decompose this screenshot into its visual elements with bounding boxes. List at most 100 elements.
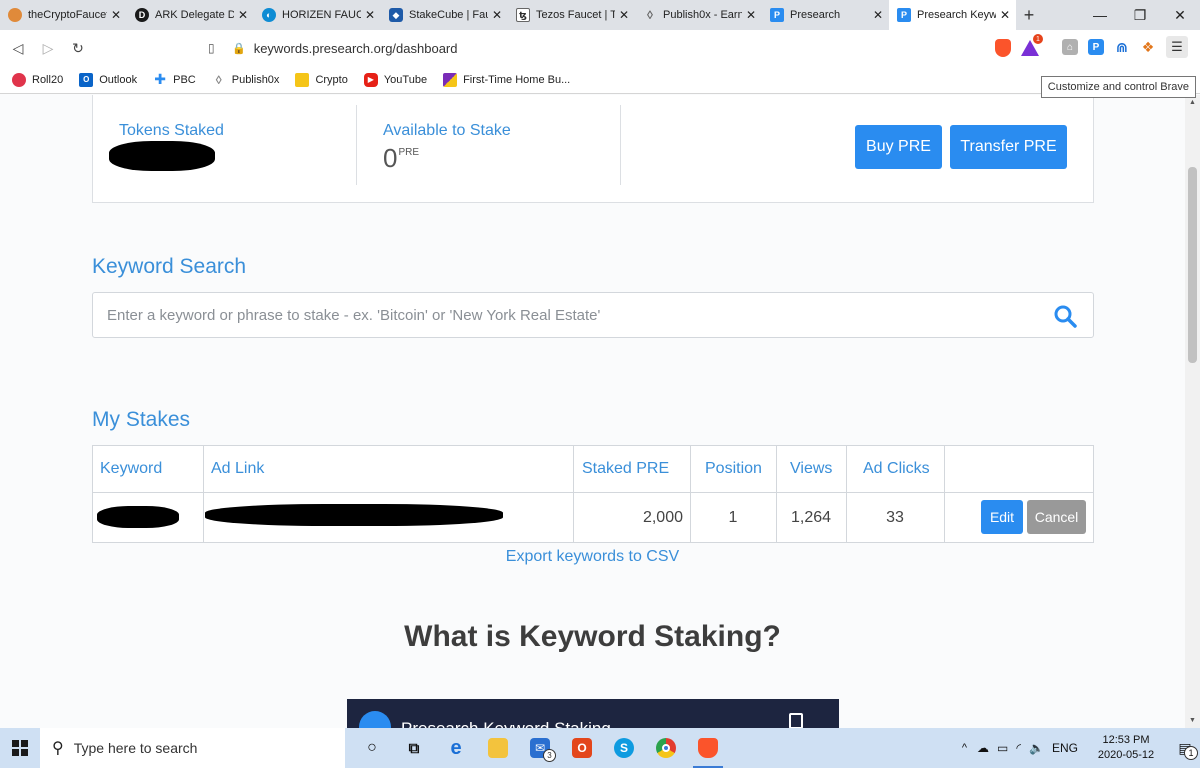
- minimize-icon[interactable]: —: [1080, 0, 1120, 30]
- close-icon[interactable]: ✕: [238, 8, 248, 22]
- brave-app[interactable]: [687, 728, 729, 768]
- tab-stakecube[interactable]: ◆ StakeCube | Fau ✕: [381, 0, 508, 30]
- new-tab-button[interactable]: +: [1016, 0, 1042, 30]
- tab-presearch[interactable]: P Presearch ✕: [762, 0, 889, 30]
- tab-the-crypto-faucet[interactable]: theCryptoFaucet ✕: [0, 0, 127, 30]
- export-csv-link[interactable]: Export keywords to CSV: [0, 548, 1185, 566]
- bookmark-first-time-home[interactable]: First-Time Home Bu...: [443, 72, 571, 87]
- column-header-ad-link[interactable]: Ad Link: [211, 446, 264, 492]
- taskbar-search[interactable]: ⚲ Type here to search: [40, 728, 345, 768]
- keyword-search-title: Keyword Search: [92, 255, 247, 278]
- skype-icon: S: [614, 738, 634, 758]
- scroll-down-icon[interactable]: ▼: [1185, 713, 1200, 728]
- taskbar-search-placeholder: Type here to search: [73, 740, 198, 756]
- column-header-ad-clicks[interactable]: Ad Clicks: [863, 446, 930, 492]
- battery-icon[interactable]: ▭: [997, 741, 1008, 755]
- edit-button[interactable]: Edit: [981, 500, 1023, 534]
- tab-title: Tezos Faucet | Te: [536, 9, 615, 21]
- cortana-button[interactable]: ○: [351, 728, 393, 768]
- address-bar[interactable]: 🔒 keywords.presearch.org/dashboard: [232, 34, 977, 62]
- position-value: 1: [728, 509, 738, 526]
- ad-clicks-value: 33: [886, 509, 904, 526]
- task-view-button[interactable]: ⧉: [393, 728, 435, 768]
- page-scrollbar[interactable]: ▲ ▼: [1185, 95, 1200, 728]
- tab-title: StakeCube | Fau: [409, 9, 488, 21]
- transfer-pre-button[interactable]: Transfer PRE: [950, 125, 1067, 169]
- close-window-icon[interactable]: ✕: [1160, 0, 1200, 30]
- tab-title: theCryptoFaucet: [28, 9, 107, 21]
- brave-lion-icon: [698, 738, 718, 758]
- bookmark-roll20[interactable]: Roll20: [12, 72, 63, 87]
- brave-shields-icon[interactable]: [995, 39, 1011, 57]
- copy-link-icon[interactable]: [789, 713, 803, 728]
- search-icon[interactable]: [1053, 304, 1077, 328]
- wifi-icon[interactable]: ◜: [1016, 741, 1021, 755]
- cortana-circle-icon: ○: [367, 739, 377, 756]
- tab-tezos-faucet[interactable]: ꜩ Tezos Faucet | Te ✕: [508, 0, 635, 30]
- reload-icon[interactable]: ↻: [66, 36, 90, 60]
- windows-logo-icon: [12, 740, 28, 756]
- tab-title: HORIZEN FAUCE: [282, 9, 361, 21]
- file-explorer-app[interactable]: [477, 728, 519, 768]
- skype-app[interactable]: S: [603, 728, 645, 768]
- chevron-up-icon[interactable]: ^: [962, 742, 967, 754]
- drop-icon: ◊: [215, 72, 222, 87]
- forward-icon[interactable]: ▷: [36, 36, 60, 60]
- brave-rewards-icon[interactable]: 1: [1021, 34, 1043, 56]
- buy-pre-button[interactable]: Buy PRE: [855, 125, 942, 169]
- close-icon[interactable]: ✕: [873, 8, 883, 22]
- bookmark-pbc[interactable]: ✚ PBC: [153, 71, 196, 87]
- coin-face-icon: [8, 8, 22, 22]
- scrollbar-thumb[interactable]: [1188, 167, 1197, 363]
- bookmark-label: First-Time Home Bu...: [463, 73, 571, 86]
- bookmark-crypto[interactable]: Crypto: [295, 72, 348, 87]
- extension-icon[interactable]: ⌂: [1062, 39, 1078, 55]
- chrome-app[interactable]: [645, 728, 687, 768]
- mail-app[interactable]: ✉ 3: [519, 728, 561, 768]
- bookmark-publish0x[interactable]: ◊ Publish0x: [212, 73, 280, 87]
- column-header-staked-pre[interactable]: Staked PRE: [582, 446, 669, 492]
- close-icon[interactable]: ✕: [1000, 8, 1010, 22]
- video-embed[interactable]: Presearch Keyword Staking: [347, 699, 839, 728]
- close-icon[interactable]: ✕: [492, 8, 502, 22]
- menu-icon[interactable]: ☰: [1166, 36, 1188, 58]
- outlook-icon: O: [79, 72, 94, 87]
- export-csv-label[interactable]: Export keywords to CSV: [506, 548, 679, 565]
- column-header-position[interactable]: Position: [705, 446, 762, 492]
- volume-icon[interactable]: 🔈: [1029, 741, 1044, 755]
- close-icon[interactable]: ✕: [365, 8, 375, 22]
- language-indicator[interactable]: ENG: [1052, 741, 1078, 755]
- extension-arc-icon[interactable]: ⋒: [1114, 39, 1130, 55]
- edge-app[interactable]: e: [435, 728, 477, 768]
- onedrive-icon[interactable]: ☁: [977, 741, 989, 755]
- video-title: Presearch Keyword Staking: [401, 719, 611, 728]
- column-header-views[interactable]: Views: [790, 446, 832, 492]
- cancel-button[interactable]: Cancel: [1027, 500, 1086, 534]
- back-icon[interactable]: ◁: [6, 36, 30, 60]
- close-icon[interactable]: ✕: [619, 8, 629, 22]
- tezos-icon: ꜩ: [516, 8, 530, 22]
- tab-presearch-keywords[interactable]: P Presearch Keywo ✕: [889, 0, 1016, 30]
- bookmark-label: YouTube: [383, 73, 428, 86]
- bookmark-outlook[interactable]: O Outlook: [79, 72, 137, 87]
- tab-publish0x[interactable]: ◊ Publish0x - Earn ✕: [635, 0, 762, 30]
- clock[interactable]: 12:53 PM 2020-05-12: [1092, 733, 1160, 763]
- mail-badge: 3: [543, 749, 556, 762]
- close-icon[interactable]: ✕: [111, 8, 121, 22]
- start-button[interactable]: [0, 728, 40, 768]
- close-icon[interactable]: ✕: [746, 8, 756, 22]
- tab-horizen-faucet[interactable]: ◐ HORIZEN FAUCE ✕: [254, 0, 381, 30]
- presearch-extension-icon[interactable]: P: [1088, 39, 1104, 55]
- keyword-search-input[interactable]: [93, 293, 1033, 337]
- bookmark-icon[interactable]: ▯: [208, 41, 222, 55]
- bookmark-youtube[interactable]: ▶ YouTube: [363, 72, 428, 87]
- restore-icon[interactable]: ❐: [1120, 0, 1160, 30]
- tab-ark-delegate[interactable]: D ARK Delegate Da ✕: [127, 0, 254, 30]
- action-center-button[interactable]: ▤ 1: [1170, 728, 1200, 768]
- office-app[interactable]: O: [561, 728, 603, 768]
- chrome-icon: [656, 738, 676, 758]
- column-header-keyword[interactable]: Keyword: [100, 446, 162, 492]
- home-buyer-icon: [443, 72, 458, 87]
- url-text: keywords.presearch.org/dashboard: [253, 40, 458, 56]
- metamask-fox-icon[interactable]: ❖: [1140, 39, 1156, 55]
